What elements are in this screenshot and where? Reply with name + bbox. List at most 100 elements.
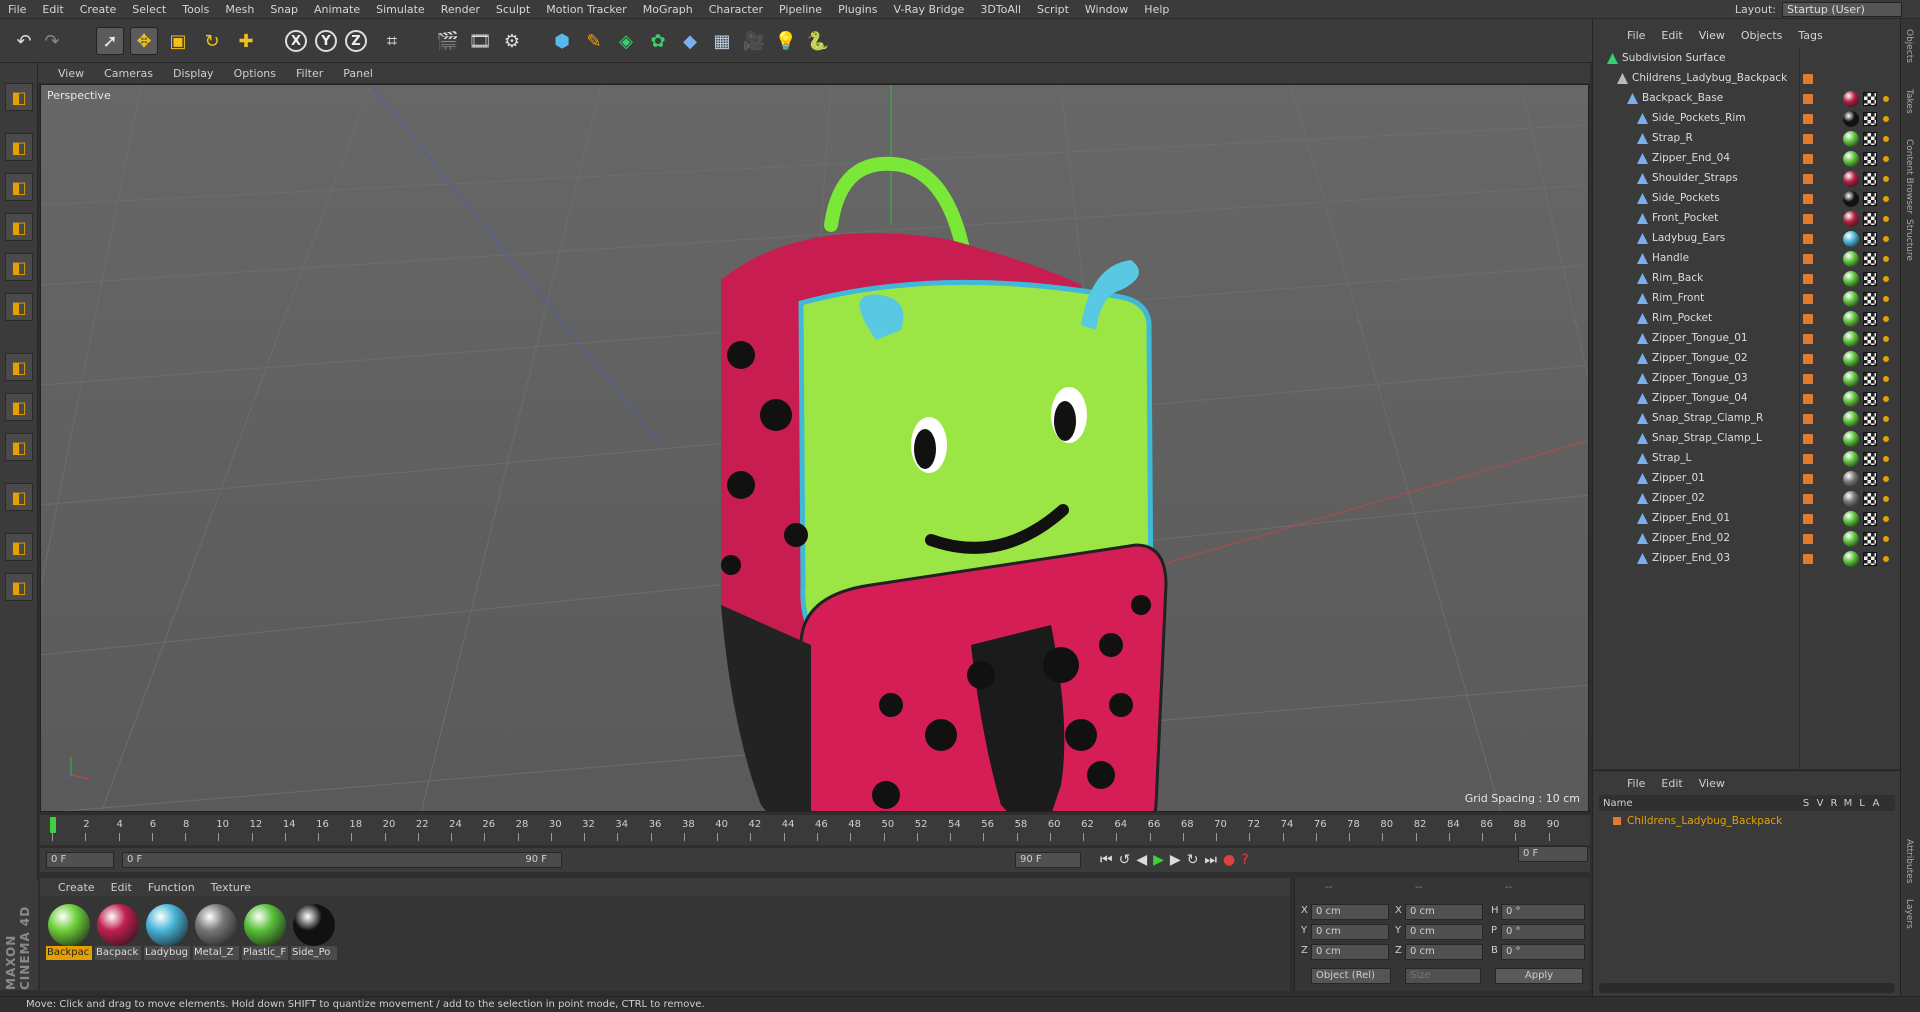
material-swatch[interactable]: Bacpack xyxy=(95,902,141,966)
timeline-ruler[interactable]: 0246810121416182022242628303234363840424… xyxy=(40,815,1590,845)
object-row[interactable]: Zipper_End_01 xyxy=(1593,509,1901,529)
uvw-tag[interactable] xyxy=(1863,332,1877,346)
current-frame-field[interactable]: 0 F xyxy=(46,852,114,868)
menu-simulate[interactable]: Simulate xyxy=(368,0,433,19)
deformer-icon[interactable]: ◆ xyxy=(676,27,704,55)
scale-field[interactable]: 0 cm xyxy=(1405,924,1483,940)
axis-mode-icon[interactable]: ◧ xyxy=(5,393,33,421)
coordinate-mode-dropdown[interactable]: Object (Rel) xyxy=(1311,968,1391,984)
material-menu-create[interactable]: Create xyxy=(50,881,103,894)
object-row[interactable]: Rim_Pocket xyxy=(1593,309,1901,329)
menu-3dtoall[interactable]: 3DToAll xyxy=(972,0,1029,19)
menu-motion-tracker[interactable]: Motion Tracker xyxy=(538,0,634,19)
next-frame-icon[interactable]: ▶ xyxy=(1170,852,1181,868)
scale-field[interactable]: 0 cm xyxy=(1405,944,1483,960)
object-menu-file[interactable]: File xyxy=(1619,29,1653,42)
points-mode-icon[interactable]: ◧ xyxy=(5,213,33,241)
material-tag[interactable] xyxy=(1843,171,1859,187)
object-row[interactable]: Zipper_01 xyxy=(1593,469,1901,489)
object-row[interactable]: Zipper_Tongue_02 xyxy=(1593,349,1901,369)
menu-animate[interactable]: Animate xyxy=(306,0,368,19)
material-tag[interactable] xyxy=(1843,311,1859,327)
move-icon[interactable]: ✥ xyxy=(130,27,158,55)
undo-icon[interactable]: ↶ xyxy=(10,27,38,55)
transform-icon[interactable]: ✚ xyxy=(232,27,260,55)
menu-mograph[interactable]: MoGraph xyxy=(635,0,701,19)
material-tag[interactable] xyxy=(1843,451,1859,467)
uvw-tag[interactable] xyxy=(1863,392,1877,406)
make-editable-icon[interactable]: ◧ xyxy=(5,133,33,161)
viewport-menu-panel[interactable]: Panel xyxy=(333,67,383,80)
material-swatch[interactable]: Metal_Z xyxy=(193,902,239,966)
viewport-menu-display[interactable]: Display xyxy=(163,67,224,80)
light-icon[interactable]: 💡 xyxy=(772,27,800,55)
position-field[interactable]: 0 cm xyxy=(1311,944,1389,960)
uvw-tag[interactable] xyxy=(1863,452,1877,466)
material-swatch[interactable]: Plastic_F xyxy=(242,902,288,966)
material-tag[interactable] xyxy=(1843,271,1859,287)
object-row[interactable]: Handle xyxy=(1593,249,1901,269)
layer-menu-edit[interactable]: Edit xyxy=(1653,777,1690,790)
menu-v-ray-bridge[interactable]: V-Ray Bridge xyxy=(885,0,972,19)
uvw-tag[interactable] xyxy=(1863,252,1877,266)
uvw-tag[interactable] xyxy=(1863,272,1877,286)
uvw-tag[interactable] xyxy=(1863,292,1877,306)
menu-edit[interactable]: Edit xyxy=(34,0,71,19)
camera-icon[interactable]: 🎥 xyxy=(740,27,768,55)
material-tag[interactable] xyxy=(1843,111,1859,127)
material-swatch[interactable]: Side_Po xyxy=(291,902,337,966)
uvw-tag[interactable] xyxy=(1863,532,1877,546)
menu-file[interactable]: File xyxy=(0,0,34,19)
uvw-tag[interactable] xyxy=(1863,352,1877,366)
next-key-icon[interactable]: ↻ xyxy=(1187,852,1199,868)
side-tab-objects[interactable]: Objects xyxy=(1904,29,1914,63)
object-row[interactable]: Zipper_02 xyxy=(1593,489,1901,509)
material-tag[interactable] xyxy=(1843,211,1859,227)
quantize-icon[interactable]: ◧ xyxy=(5,573,33,601)
menu-pipeline[interactable]: Pipeline xyxy=(771,0,830,19)
uvw-tag[interactable] xyxy=(1863,212,1877,226)
layout-select[interactable]: Startup (User) xyxy=(1782,2,1902,17)
menu-script[interactable]: Script xyxy=(1029,0,1077,19)
goto-start-icon[interactable]: ⏮ xyxy=(1100,852,1113,868)
render-view-icon[interactable]: 🎬 xyxy=(434,27,462,55)
material-tag[interactable] xyxy=(1843,531,1859,547)
material-menu-texture[interactable]: Texture xyxy=(203,881,259,894)
prev-key-icon[interactable]: ↺ xyxy=(1119,852,1131,868)
material-menu-edit[interactable]: Edit xyxy=(103,881,140,894)
menu-window[interactable]: Window xyxy=(1077,0,1136,19)
size-dropdown[interactable]: Size xyxy=(1405,968,1481,984)
object-row[interactable]: Backpack_Base xyxy=(1593,89,1901,109)
workplane-icon[interactable]: ◧ xyxy=(5,353,33,381)
layer-menu-file[interactable]: File xyxy=(1619,777,1653,790)
uvw-tag[interactable] xyxy=(1863,512,1877,526)
material-tag[interactable] xyxy=(1843,331,1859,347)
prev-frame-icon[interactable]: ◀ xyxy=(1136,852,1147,868)
material-tag[interactable] xyxy=(1843,411,1859,427)
viewport-menu-cameras[interactable]: Cameras xyxy=(94,67,163,80)
object-row[interactable]: Snap_Strap_Clamp_R xyxy=(1593,409,1901,429)
pen-icon[interactable]: ✎ xyxy=(580,27,608,55)
material-tag[interactable] xyxy=(1843,371,1859,387)
menu-sculpt[interactable]: Sculpt xyxy=(488,0,538,19)
menu-select[interactable]: Select xyxy=(124,0,174,19)
rotation-field[interactable]: 0 ° xyxy=(1501,944,1585,960)
side-tab-takes[interactable]: Takes xyxy=(1904,89,1914,114)
playhead-marker[interactable] xyxy=(50,817,56,833)
material-tag[interactable] xyxy=(1843,191,1859,207)
object-row[interactable]: Side_Pockets_Rim xyxy=(1593,109,1901,129)
object-row[interactable]: Subdivision Surface xyxy=(1593,49,1901,69)
material-swatch[interactable]: Ladybug xyxy=(144,902,190,966)
uvw-tag[interactable] xyxy=(1863,372,1877,386)
material-tag[interactable] xyxy=(1843,491,1859,507)
frame-right-field[interactable]: 0 F xyxy=(1518,846,1588,862)
object-menu-edit[interactable]: Edit xyxy=(1653,29,1690,42)
material-swatch[interactable]: Backpac xyxy=(46,902,92,966)
material-tag[interactable] xyxy=(1843,131,1859,147)
floor-icon[interactable]: ▦ xyxy=(708,27,736,55)
object-row[interactable]: Shoulder_Straps xyxy=(1593,169,1901,189)
material-tag[interactable] xyxy=(1843,351,1859,367)
object-row[interactable]: Strap_L xyxy=(1593,449,1901,469)
viewport-menu-options[interactable]: Options xyxy=(224,67,286,80)
uvw-tag[interactable] xyxy=(1863,192,1877,206)
